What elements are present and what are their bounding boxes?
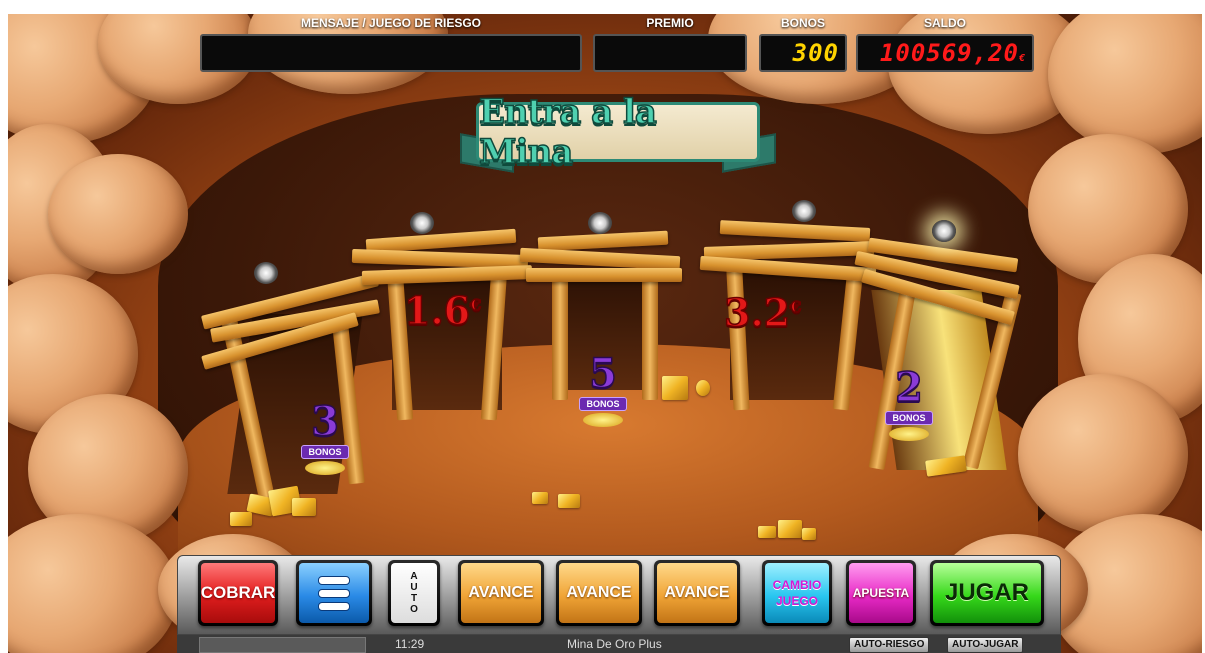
ribbon-body: Entra a la Mina (476, 91, 760, 173)
bonus-display: 300 (759, 34, 847, 72)
clock: 11:29 (395, 637, 425, 651)
balance-display: 100569,20€ (856, 34, 1034, 72)
bet-button-label: APUESTA (849, 563, 913, 623)
gold-pile-icon (889, 427, 929, 441)
gold-nugget (662, 376, 688, 400)
control-panel: COBRAR A U T O AVANCE AVANCE AVANCE CAMB… (177, 555, 1061, 635)
gold-nugget (230, 512, 252, 526)
lamp-icon (410, 212, 434, 234)
cave-rock (1018, 374, 1188, 534)
title-banner: Entra a la Mina (460, 90, 776, 176)
bonus-tag: BONOS (885, 411, 933, 425)
lamp-icon (254, 262, 278, 284)
bonus-count: 2 (894, 364, 923, 411)
mine-plank (526, 268, 682, 282)
bonus-tag: BONOS (301, 445, 349, 459)
collect-button[interactable]: COBRAR (198, 560, 278, 626)
advance-button-label: AVANCE (657, 563, 737, 623)
gold-nugget (778, 520, 802, 538)
bonus-reward: 5 BONOS (568, 350, 638, 427)
auto-button[interactable]: A U T O (388, 560, 440, 626)
lamp-icon (792, 200, 816, 222)
auto-letter: A (410, 571, 418, 582)
advance-button-2[interactable]: AVANCE (556, 560, 642, 626)
gold-nugget (532, 492, 548, 504)
mine-post (642, 270, 658, 400)
collect-button-label: COBRAR (201, 563, 275, 623)
game-name: Mina De Oro Plus (567, 637, 662, 651)
auto-letter: U (410, 582, 418, 593)
cave-rock (8, 514, 178, 653)
menu-icon (318, 575, 350, 611)
mine-post (552, 270, 568, 400)
progress-bar (199, 637, 366, 653)
lamp-icon (932, 220, 956, 242)
gold-nugget (558, 494, 580, 508)
prize-amount: 1.6€ (403, 287, 482, 334)
change-game-button[interactable]: CAMBIO JUEGO (762, 560, 832, 626)
cave-rock (1048, 14, 1202, 154)
advance-button-1[interactable]: AVANCE (458, 560, 544, 626)
bonus-reward: 3 BONOS (290, 398, 360, 475)
bonus-count: 3 (310, 398, 339, 445)
advance-button-label: AVANCE (559, 563, 639, 623)
mine-plank (519, 247, 681, 271)
bet-button[interactable]: APUESTA (846, 560, 916, 626)
prize-display (593, 34, 747, 72)
mine-entrance-4[interactable]: 3.2€ (699, 200, 880, 411)
auto-letter: O (410, 604, 418, 615)
change-game-line2: JUEGO (775, 594, 818, 608)
balance-amount: 100569,20 (879, 39, 1019, 67)
cave-rock (48, 154, 188, 274)
menu-button[interactable] (296, 560, 372, 626)
bonus-label: BONOS (780, 16, 825, 30)
gold-pile-icon (583, 413, 623, 427)
lamp-icon (588, 212, 612, 234)
gold-pile-icon (305, 461, 345, 475)
prize-label: PREMIO (646, 16, 694, 30)
mine-entrance-3[interactable]: 5 BONOS (516, 210, 686, 427)
prize-currency: € (469, 295, 482, 316)
mine-plank (361, 265, 533, 285)
balance-currency: € (1018, 53, 1026, 64)
auto-risk-button[interactable]: AUTO-RIESGO (849, 637, 930, 653)
status-bar: 11:29 Mina De Oro Plus AUTO-RIESGO AUTO-… (177, 635, 1061, 653)
bonus-count: 5 (588, 350, 617, 397)
message-display (200, 34, 582, 72)
bonus-tag: BONOS (579, 397, 627, 411)
mine-entrance-5[interactable]: 2 BONOS (854, 220, 1024, 490)
mine-entrance-2[interactable]: 1.6€ (351, 210, 533, 421)
banner-title: Entra a la Mina (478, 91, 657, 173)
prize-currency: € (789, 297, 802, 318)
auto-play-button[interactable]: AUTO-JUGAR (947, 637, 1024, 653)
auto-letter: T (410, 593, 418, 604)
prize-value: 3.2 (723, 289, 791, 336)
gold-nugget (802, 528, 816, 540)
play-button[interactable]: JUGAR (930, 560, 1044, 626)
gold-nugget (758, 526, 776, 538)
balance-label: SALDO (924, 16, 966, 30)
message-label: MENSAJE / JUEGO DE RIESGO (300, 16, 482, 30)
gold-nugget (696, 380, 710, 396)
advance-button-3[interactable]: AVANCE (654, 560, 740, 626)
gold-nugget (292, 498, 316, 516)
prize-amount: 3.2€ (723, 289, 802, 336)
play-button-label: JUGAR (933, 563, 1041, 623)
mine-plank (537, 230, 669, 252)
prize-value: 1.6 (403, 287, 471, 334)
change-game-line1: CAMBIO (772, 578, 822, 592)
bonus-value: 300 (792, 39, 839, 67)
bonus-reward: 2 BONOS (874, 364, 944, 441)
mine-plank (719, 220, 871, 242)
advance-button-label: AVANCE (461, 563, 541, 623)
balance-value: 100569,20€ (858, 36, 1032, 76)
